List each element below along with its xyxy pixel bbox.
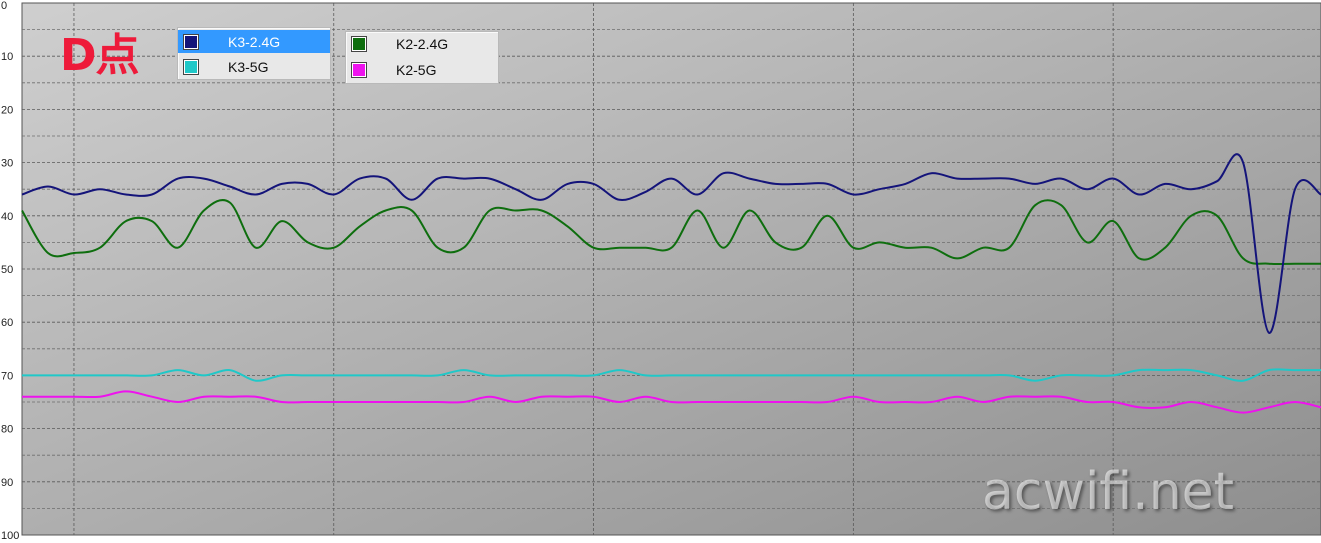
legend-swatch [183,58,199,75]
y-tick-label: 20 [1,104,13,116]
legend-label: K3-5G [228,58,269,75]
legend-group-k3: K3-2.4G K3-5G [177,27,331,80]
y-tick-label: 90 [1,477,13,489]
chart-stage: 0 10 20 30 40 50 60 70 80 90 100 D点 K3-2.4G K3-5G … [0,0,1321,543]
legend-item-k2-5g[interactable]: K2-5G [346,58,498,81]
y-tick-label: 100 [1,530,19,542]
legend-swatch [183,33,199,50]
legend-swatch [351,35,367,52]
watermark: acwifi.net [982,462,1235,522]
legend-label: K2-5G [396,61,437,78]
y-tick-label: 50 [1,264,13,276]
legend-swatch [351,61,367,78]
legend-label: K2-2.4G [396,35,449,52]
y-tick-label: 80 [1,424,13,436]
legend-label: K3-2.4G [228,33,281,50]
y-tick-label: 70 [1,370,13,382]
legend-item-k3-2-4g[interactable]: K3-2.4G [178,30,330,53]
y-tick-label: 60 [1,317,13,329]
plot-area [21,2,1321,536]
legend-group-k2: K2-2.4G K2-5G [345,31,499,84]
corner-label: D点 [60,30,140,81]
y-tick-label: 40 [1,211,13,223]
y-tick-label: 10 [1,51,13,63]
legend-item-k2-2-4g[interactable]: K2-2.4G [346,32,498,55]
y-tick-label: 30 [1,158,13,170]
legend-item-k3-5g[interactable]: K3-5G [178,55,330,78]
y-tick-label: 0 [1,0,7,12]
